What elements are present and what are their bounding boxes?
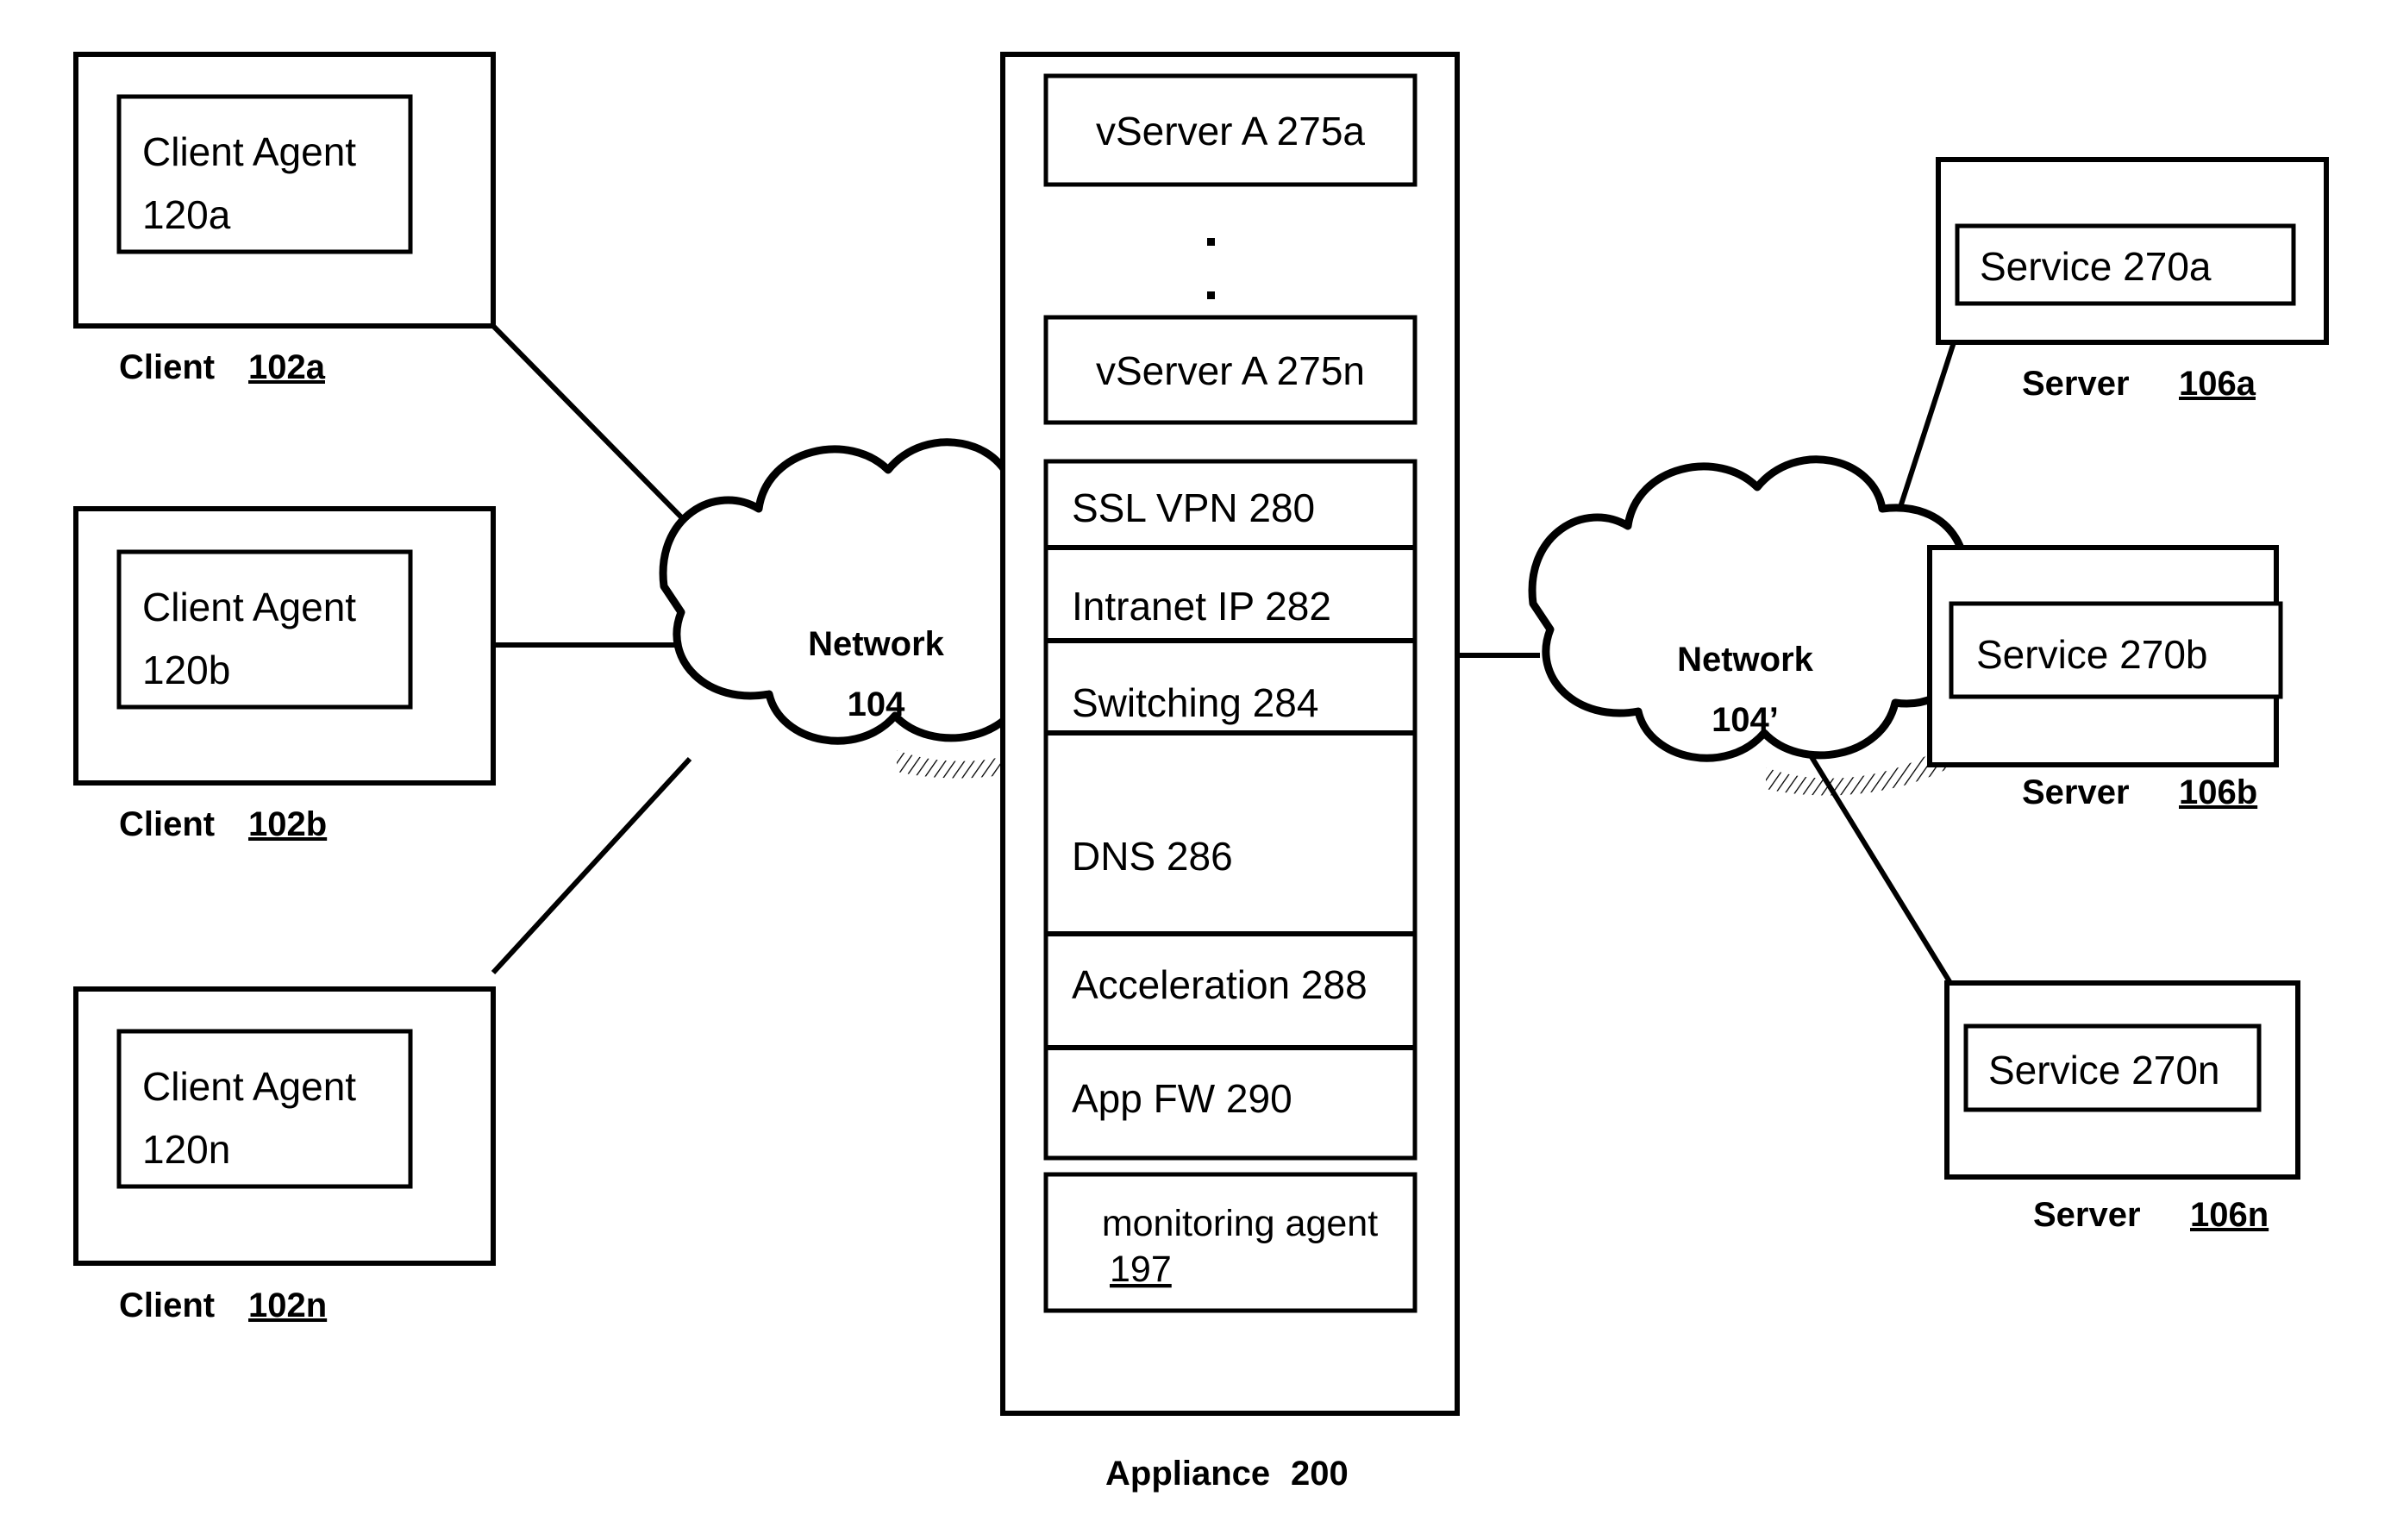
client-group-102n[interactable]: Client Agent 120n Client 102n [73, 986, 496, 1324]
client-caption-number-102a: 102a [248, 348, 326, 386]
vserver-label-275a: vServer A 275a [1096, 109, 1365, 153]
appliance-caption-label: Appliance [1105, 1455, 1270, 1493]
service-label-270n: Service 270n [1988, 1048, 2220, 1092]
client-caption-number-102n: 102n [248, 1286, 327, 1324]
server-caption-label-106b: Server [2022, 773, 2130, 811]
service-label-270a: Service 270a [1980, 244, 2212, 289]
client-agent-number-120b: 120b [142, 648, 230, 692]
diagram-canvas: Client Agent 120a Client 102a Client Age… [73, 52, 2329, 1493]
network-number-104-prime: 104’ [1712, 701, 1779, 739]
client-group-102b[interactable]: Client Agent 120b Client 102b [73, 506, 496, 843]
feature-label-app-fw-290: App FW 290 [1072, 1076, 1292, 1121]
client-caption-label-102n: Client [119, 1286, 215, 1324]
service-label-270b: Service 270b [1976, 632, 2208, 677]
monitoring-agent-number-197: 197 [1110, 1249, 1172, 1290]
client-agent-label-120a: Client Agent [142, 129, 356, 174]
client-agent-number-120a: 120a [142, 192, 231, 237]
client-agent-label-120n: Client Agent [142, 1064, 356, 1109]
appliance-caption-number-200: 200 [1291, 1455, 1349, 1493]
feature-label-acceleration-288: Acceleration 288 [1072, 962, 1367, 1007]
network-number-104: 104 [848, 685, 905, 723]
client-agent-label-120b: Client Agent [142, 585, 356, 629]
feature-stack-box [1043, 459, 1418, 1161]
server-caption-number-106b: 106b [2179, 773, 2257, 811]
server-caption-number-106a: 106a [2179, 365, 2256, 403]
server-group-106a[interactable]: Service 270a Server 106a [1936, 157, 2329, 403]
feature-label-dns-286: DNS 286 [1072, 834, 1233, 879]
client-caption-label-102b: Client [119, 805, 215, 843]
client-caption-number-102b: 102b [248, 805, 327, 843]
client-group-102a[interactable]: Client Agent 120a Client 102a [73, 52, 496, 386]
server-group-106n[interactable]: Service 270n Server 106n [1944, 980, 2300, 1234]
client-agent-number-120n: 120n [142, 1127, 230, 1172]
client-caption-label-102a: Client [119, 348, 215, 386]
ellipsis-dot-2 [1207, 291, 1215, 299]
server-caption-label-106n: Server [2033, 1196, 2141, 1234]
line-client-102a-to-network-104 [491, 323, 701, 537]
server-caption-label-106a: Server [2022, 365, 2130, 403]
network-name-104: Network [808, 625, 945, 663]
vserver-label-275n: vServer A 275n [1096, 348, 1365, 393]
server-group-106b[interactable]: Service 270b Server 106b [1927, 545, 2283, 811]
feature-label-intranet-ip-282: Intranet IP 282 [1072, 584, 1331, 629]
line-client-102n-to-network-104 [491, 756, 692, 975]
network-name-104-prime: Network [1677, 641, 1814, 679]
server-caption-number-106n: 106n [2190, 1196, 2269, 1234]
monitoring-agent-label: monitoring agent [1102, 1203, 1378, 1244]
ellipsis-dot-1 [1207, 238, 1215, 246]
appliance-group-200[interactable]: vServer A 275a vServer A 275n SSL VPN 28… [1000, 52, 1460, 1493]
network-architecture-diagram: Client Agent 120a Client 102a Client Age… [0, 0, 2397, 1540]
feature-label-ssl-vpn-280: SSL VPN 280 [1072, 485, 1315, 530]
feature-label-switching-284: Switching 284 [1072, 680, 1318, 725]
